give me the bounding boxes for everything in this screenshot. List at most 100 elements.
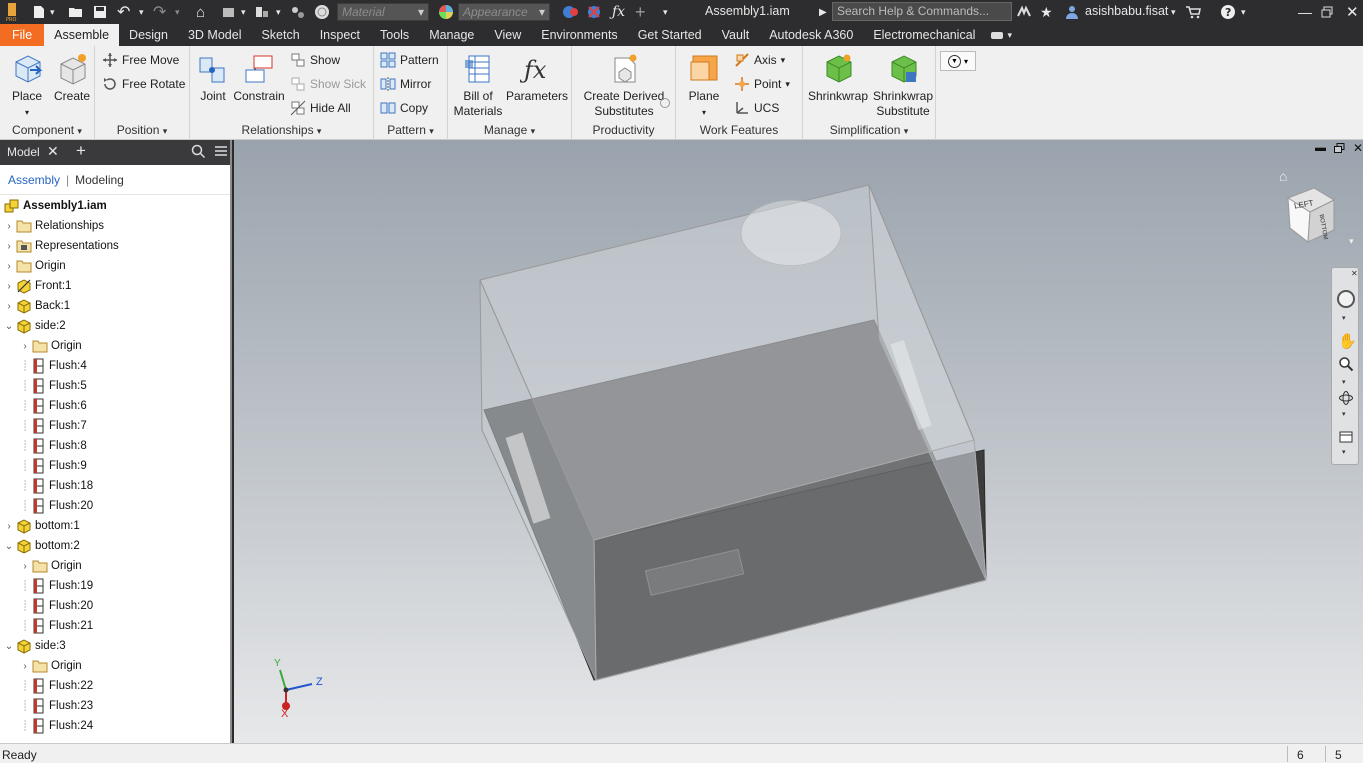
constrain-button[interactable]: Constrain (232, 52, 286, 104)
close-icon[interactable]: ✕ (47, 143, 59, 160)
menu-icon[interactable] (214, 144, 228, 161)
tree-node[interactable]: ┊ Flush:20 (20, 596, 93, 616)
create-button[interactable]: Create (52, 52, 92, 104)
panel-label-pattern[interactable]: Pattern ▾ (374, 123, 447, 137)
viewport-minimize-icon[interactable]: ▬ (1315, 142, 1326, 154)
place-button[interactable]: Place ▾ (6, 52, 48, 120)
plane-button[interactable]: Plane ▾ (682, 52, 726, 120)
ribbon-display-options[interactable]: ▾ (985, 24, 1018, 46)
chevron-right-icon[interactable]: › (20, 341, 30, 352)
tree-node[interactable]: › Front:1 (4, 276, 71, 296)
chevron-right-icon[interactable]: › (20, 661, 30, 672)
tab-design[interactable]: Design (119, 24, 178, 46)
assembly-model[interactable] (234, 140, 1363, 743)
favorites-star-icon[interactable]: ★ (1040, 0, 1053, 24)
create-derived-substitutes-button[interactable]: Create Derived Substitutes (578, 52, 670, 119)
new-dropdown-icon[interactable]: ▾ (50, 0, 55, 24)
tree-node[interactable]: › Origin (20, 556, 82, 576)
appearance-sphere-icon[interactable] (314, 0, 330, 24)
close-icon[interactable]: ✕ (1346, 0, 1359, 24)
look-at-icon[interactable] (1338, 428, 1354, 447)
undo-icon[interactable]: ↶ (117, 0, 130, 24)
chevron-right-icon[interactable]: › (4, 301, 14, 312)
binoculars-icon[interactable] (1016, 0, 1032, 24)
copy-button[interactable]: Copy (380, 100, 428, 116)
viewport-close-icon[interactable]: ✕ (1353, 141, 1363, 155)
chevron-right-icon[interactable]: › (4, 241, 14, 252)
viewcube-menu-icon[interactable]: ▾ (1349, 236, 1354, 247)
shrinkwrap-substitute-button[interactable]: Shrinkwrap Substitute (871, 52, 935, 119)
tab-3d-model[interactable]: 3D Model (178, 24, 252, 46)
graphics-viewport[interactable]: ▬ ✕ ⌂ LEFT BOTTOM ▾ ✕ ▾ ✋ ▾ ▾ ▾ Y Z X (234, 140, 1363, 743)
tab-electromechanical[interactable]: Electromechanical (863, 24, 985, 46)
cart-icon[interactable] (1185, 0, 1201, 24)
appearance-dropdown[interactable]: Appearance (458, 3, 550, 21)
tab-environments[interactable]: Environments (531, 24, 627, 46)
parameters-button[interactable]: ƒx Parameters (506, 52, 568, 104)
point-button[interactable]: Point ▾ (734, 76, 790, 92)
tree-node[interactable]: › Back:1 (4, 296, 70, 316)
panel-label-relationships[interactable]: Relationships ▾ (190, 123, 373, 137)
chevron-down-icon[interactable]: ⌄ (4, 541, 14, 552)
chevron-right-icon[interactable]: › (20, 561, 30, 572)
ribbon-extra-dropdown[interactable]: ▼ ▾ (940, 51, 976, 71)
tab-inspect[interactable]: Inspect (310, 24, 370, 46)
show-button[interactable]: Show (290, 52, 340, 68)
viewport-restore-icon[interactable] (1334, 143, 1345, 157)
joint-button[interactable]: Joint (194, 52, 232, 104)
ucs-button[interactable]: UCS (734, 100, 779, 116)
tree-node[interactable]: › Relationships (4, 216, 104, 236)
add-tab-icon[interactable]: + (76, 141, 86, 161)
tab-file[interactable]: File (0, 24, 45, 46)
tree-node[interactable]: › bottom:1 (4, 516, 80, 536)
bill-of-materials-button[interactable]: Bill of Materials (450, 52, 506, 119)
fx-icon[interactable]: ƒx (612, 0, 625, 24)
clear-appearance-icon[interactable] (586, 0, 604, 24)
select-icon[interactable] (254, 0, 270, 24)
tree-node[interactable]: ┊ Flush:6 (20, 396, 87, 416)
undo-dropdown-icon[interactable]: ▾ (139, 0, 144, 24)
shrinkwrap-button[interactable]: Shrinkwrap (807, 52, 869, 104)
chevron-right-icon[interactable]: › (4, 261, 14, 272)
place-dropdown-icon[interactable]: ▾ (25, 108, 29, 117)
plane-dropdown-icon[interactable]: ▾ (702, 108, 706, 117)
tab-get-started[interactable]: Get Started (628, 24, 712, 46)
nav-bar-close-icon[interactable]: ✕ (1351, 269, 1358, 278)
material-dropdown[interactable]: Material (337, 3, 429, 21)
nav-bar-menu-icon[interactable]: ▾ (1342, 448, 1346, 456)
hide-all-button[interactable]: Hide All (290, 100, 351, 116)
tab-manage[interactable]: Manage (419, 24, 484, 46)
viewcube[interactable]: LEFT BOTTOM (1284, 186, 1342, 248)
home-icon[interactable]: ⌂ (196, 0, 205, 24)
tree-node[interactable]: ┊ Flush:5 (20, 376, 87, 396)
panel-label-simplification[interactable]: Simplification ▾ (803, 123, 935, 137)
redo-dropdown-icon[interactable]: ▾ (175, 0, 180, 24)
tree-node[interactable]: ┊ Flush:24 (20, 716, 93, 736)
axis-button[interactable]: Axis ▾ (734, 52, 785, 68)
tree-node[interactable]: ┊ Flush:23 (20, 696, 93, 716)
zoom-dropdown-icon[interactable]: ▾ (1342, 378, 1346, 386)
productivity-dropdown-icon[interactable] (660, 98, 670, 108)
save-icon[interactable] (93, 0, 107, 24)
tab-vault[interactable]: Vault (712, 24, 760, 46)
zoom-icon[interactable] (1338, 356, 1354, 375)
open-file-icon[interactable] (68, 0, 84, 24)
mode-modeling[interactable]: Modeling (75, 173, 124, 187)
show-sick-button[interactable]: Show Sick (290, 76, 366, 92)
tab-model[interactable]: Model (7, 145, 40, 159)
tree-node[interactable]: › Origin (20, 656, 82, 676)
tree-node[interactable]: ┊ Flush:8 (20, 436, 87, 456)
plus-icon[interactable]: + (635, 0, 646, 24)
tab-autodesk-a360[interactable]: Autodesk A360 (759, 24, 863, 46)
minimize-icon[interactable]: — (1298, 0, 1312, 24)
pattern-button[interactable]: Pattern (380, 52, 439, 68)
tab-tools[interactable]: Tools (370, 24, 419, 46)
select-dropdown-icon[interactable]: ▾ (276, 0, 281, 24)
tab-view[interactable]: View (484, 24, 531, 46)
tree-node[interactable]: ┊ Flush:7 (20, 416, 87, 436)
tree-node[interactable]: ⌄ bottom:2 (4, 536, 80, 556)
restore-icon[interactable] (1321, 0, 1333, 24)
tree-node[interactable]: ┊ Flush:19 (20, 576, 93, 596)
help-icon[interactable]: ? (1220, 0, 1236, 24)
steering-wheel-dropdown-icon[interactable]: ▾ (1342, 314, 1346, 322)
